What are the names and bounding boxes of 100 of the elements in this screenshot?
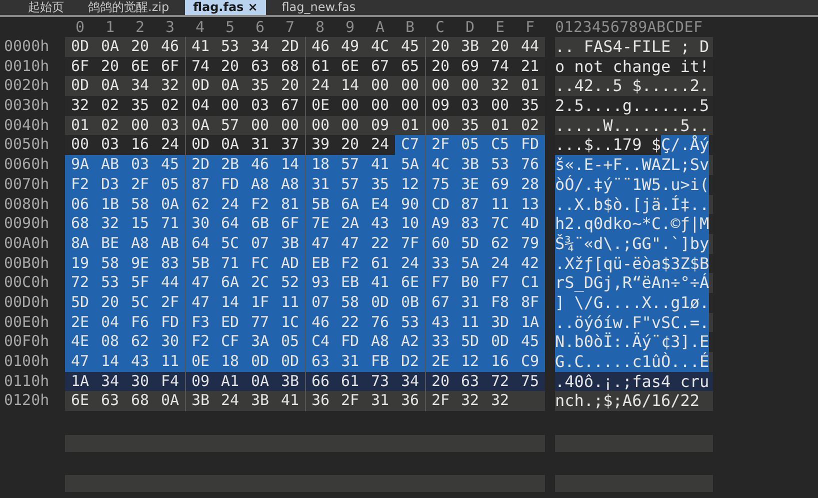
ascii-text: Š¾¨«d\.;GG".`]by bbox=[555, 234, 710, 254]
column-header: 5 bbox=[225, 18, 235, 36]
hex-cell: 5F bbox=[125, 273, 155, 293]
hex-cell-text: 44 bbox=[520, 37, 540, 57]
ascii-text: ..X.b$ò.[jä.Í‡.. bbox=[555, 194, 710, 214]
hex-cell: EB bbox=[305, 254, 335, 274]
hex-cell: 3B bbox=[275, 234, 305, 254]
hex-cell-text: 3B bbox=[460, 37, 480, 57]
hex-cell: 1B bbox=[95, 194, 125, 214]
hex-cell-text: 3B bbox=[250, 391, 270, 412]
hex-cell: 31 bbox=[455, 292, 485, 313]
hex-cell: 16 bbox=[485, 352, 515, 372]
hex-cell-text: 00 bbox=[370, 96, 390, 116]
hex-cell: 12 bbox=[395, 174, 425, 194]
hex-cell: 41 bbox=[365, 155, 395, 175]
hex-cell: C5 bbox=[485, 135, 515, 156]
hex-cell-text: 31 bbox=[250, 135, 270, 156]
hex-cell-text: F4 bbox=[160, 372, 180, 392]
hex-cell-text: 24 bbox=[370, 135, 390, 156]
hex-cell: 72 bbox=[65, 273, 95, 293]
hex-cell-text: 31 bbox=[370, 391, 390, 412]
hex-cell-text: 03 bbox=[250, 96, 270, 116]
hex-cell: 12 bbox=[455, 352, 485, 372]
hex-cell-text: 0D bbox=[70, 37, 90, 57]
hex-cell: 90 bbox=[395, 194, 425, 214]
hex-cell-text: 00 bbox=[340, 96, 360, 116]
hex-cell-text: 00 bbox=[400, 96, 420, 116]
hex-cell: 8F bbox=[515, 292, 545, 313]
hex-cell-text: 0A bbox=[100, 76, 120, 96]
hex-cell: A8 bbox=[245, 174, 275, 194]
hex-cell-text: 0A bbox=[100, 37, 120, 57]
hex-cell-text: 0A bbox=[160, 391, 180, 412]
hex-cell: FD bbox=[515, 135, 545, 156]
column-header: F bbox=[525, 18, 535, 36]
hex-cell: 1F bbox=[245, 292, 275, 313]
hex-cell-text: 75 bbox=[520, 372, 540, 392]
hex-cell-text: 20 bbox=[340, 135, 360, 156]
hex-cell: 03 bbox=[125, 155, 155, 175]
hex-cell: A2 bbox=[395, 332, 425, 352]
hex-cell: 47 bbox=[185, 292, 215, 313]
hex-cell-text: 63 bbox=[100, 391, 120, 412]
hex-cell-text: 02 bbox=[160, 96, 180, 116]
offset-label: 0040h bbox=[3, 116, 50, 136]
hex-cell: 45 bbox=[515, 332, 545, 352]
hex-cell: A8 bbox=[125, 234, 155, 254]
hex-cell: 43 bbox=[365, 214, 395, 234]
hex-cell-text: 68 bbox=[130, 391, 150, 412]
ascii-text: .....W.......5.. bbox=[555, 116, 710, 135]
hex-cell-text: 09 bbox=[370, 116, 390, 136]
hex-cell: 30 bbox=[185, 214, 215, 234]
ascii-text: nch.;$;A6/16/22 bbox=[555, 391, 700, 412]
hex-cell-text: 35 bbox=[250, 76, 270, 96]
hex-cell-text: 41 bbox=[280, 391, 300, 412]
hex-cell: F7 bbox=[425, 273, 455, 293]
hex-cell-text: 32 bbox=[460, 391, 480, 412]
hex-cell: 69 bbox=[485, 174, 515, 194]
hex-cell: 62 bbox=[125, 332, 155, 352]
hex-cell: 15 bbox=[125, 214, 155, 234]
hex-cell-text: 37 bbox=[280, 135, 300, 156]
ascii-text: .. FAS4-FILE ; D bbox=[555, 37, 710, 57]
hex-cell: 58 bbox=[95, 254, 125, 274]
hex-cell-text: 03 bbox=[460, 96, 480, 116]
hex-cell: 0D bbox=[365, 292, 395, 313]
column-header: 1 bbox=[105, 18, 115, 36]
hex-cell: 53 bbox=[95, 273, 125, 293]
hex-cell: 0E bbox=[185, 352, 215, 372]
hex-cell: 7E bbox=[305, 214, 335, 234]
hex-cell: B0 bbox=[455, 273, 485, 293]
hex-cell: 2F bbox=[155, 292, 185, 313]
tab[interactable]: 起始页 bbox=[20, 0, 72, 15]
hex-cell-text: 01 bbox=[400, 116, 420, 136]
hex-cell: CD bbox=[425, 194, 455, 214]
hex-cell: 76 bbox=[365, 312, 395, 332]
close-icon[interactable]: × bbox=[248, 0, 258, 15]
hex-cell: 46 bbox=[305, 312, 335, 332]
hex-cell-text: 53 bbox=[220, 37, 240, 57]
hex-cell-text: 01 bbox=[520, 76, 540, 96]
hex-cell-text: 00 bbox=[250, 116, 270, 136]
hex-cell-text: 24 bbox=[160, 135, 180, 156]
hex-cell: 22 bbox=[365, 234, 395, 254]
hex-cell: 43 bbox=[125, 352, 155, 372]
tab[interactable]: 鸽鸽的觉醒.zip bbox=[80, 0, 178, 15]
column-header: 0123456789ABCDEF bbox=[555, 18, 703, 36]
hex-cell-text: 01 bbox=[70, 116, 90, 136]
hex-cell: 57 bbox=[335, 155, 365, 175]
hex-cell-text: 21 bbox=[520, 56, 540, 76]
tab[interactable]: flag_new.fas bbox=[274, 0, 364, 15]
column-header: 3 bbox=[165, 18, 175, 36]
hex-cell: 22 bbox=[335, 312, 365, 332]
hex-cell: 1A bbox=[515, 312, 545, 332]
hex-cell: 3E bbox=[455, 174, 485, 194]
hex-cell: 0D bbox=[245, 352, 275, 372]
offset-label: 00F0h bbox=[3, 332, 50, 352]
hex-cell-text: 00 bbox=[460, 76, 480, 96]
hex-cell-text: 20 bbox=[130, 37, 150, 57]
tab[interactable]: flag.fas × bbox=[185, 0, 266, 15]
hex-cell: 93 bbox=[305, 273, 335, 293]
column-header: B bbox=[405, 18, 415, 36]
offset-label: 0010h bbox=[3, 56, 50, 76]
hex-cell-text: 34 bbox=[250, 37, 270, 57]
